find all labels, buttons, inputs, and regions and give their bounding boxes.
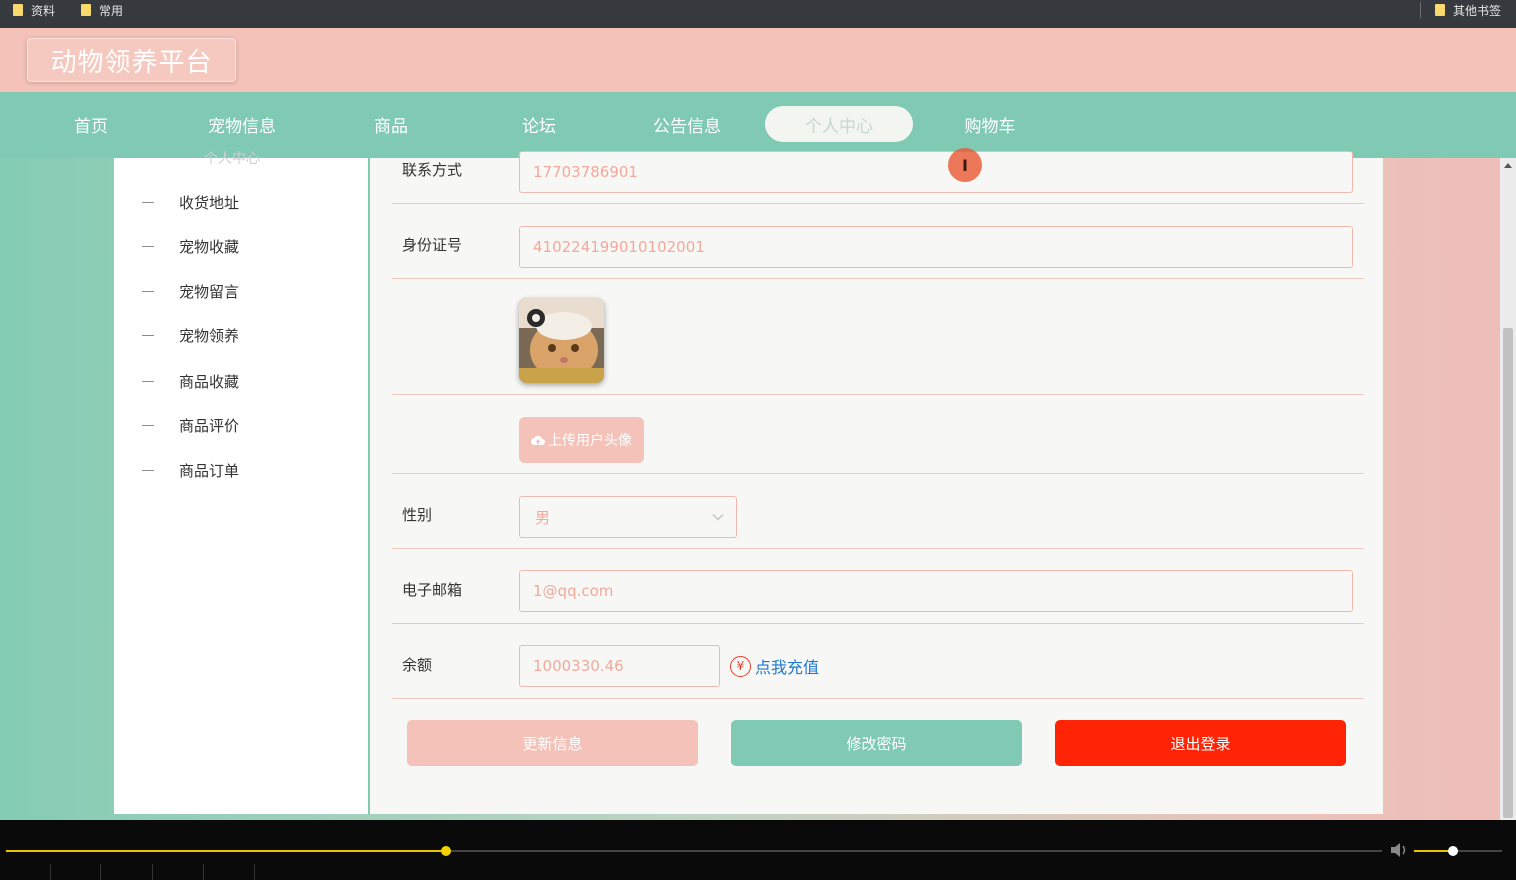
logout-button[interactable]: 退出登录 <box>1055 720 1346 766</box>
player-divider <box>203 864 204 880</box>
row-divider <box>392 278 1364 279</box>
volume-level <box>1414 850 1453 852</box>
page-scrollbar[interactable] <box>1500 158 1516 820</box>
folder-icon <box>13 4 23 16</box>
other-bookmarks-label: 其他书签 <box>1453 3 1502 18</box>
site-logo[interactable]: 动物领养平台 <box>27 38 236 82</box>
player-divider <box>254 864 255 880</box>
dash-icon <box>142 290 154 292</box>
sidebar-item-label: 商品订单 <box>179 461 240 480</box>
balance-label: 余额 <box>402 656 433 674</box>
text-cursor-highlight: I <box>948 148 982 182</box>
sidebar-item-label: 商品评价 <box>179 416 240 435</box>
gender-label: 性别 <box>402 506 433 524</box>
volume-handle[interactable] <box>1447 846 1458 856</box>
dash-icon <box>142 334 154 336</box>
cat-avatar-image <box>519 298 604 383</box>
profile-form: 联系方式 17703786901 身份证号 410224199010102001 <box>368 151 1383 814</box>
sidebar-title: 个人中心 <box>204 151 260 167</box>
dash-icon <box>142 201 154 203</box>
bookmark-folder-1[interactable]: 资料 <box>13 0 55 20</box>
phone-input[interactable]: 17703786901 <box>519 151 1353 193</box>
sidebar-item-pet-adoption[interactable]: 宠物领养 <box>142 323 239 347</box>
sidebar-item-label: 收货地址 <box>179 193 240 212</box>
balance-input: 1000330.46 <box>519 645 720 687</box>
nav-announcements[interactable]: 公告信息 <box>637 106 737 142</box>
site-header: 动物领养平台 <box>0 28 1516 92</box>
recharge-label: 点我充值 <box>755 658 820 677</box>
upload-avatar-button[interactable]: 上传用户头像 <box>519 417 644 463</box>
volume-slider[interactable] <box>1414 846 1502 856</box>
dash-icon <box>142 424 154 426</box>
gender-select[interactable]: 男 <box>519 496 737 538</box>
web-page: 动物领养平台 首页 宠物信息 商品 论坛 公告信息 个人中心 购物车 个人中心 … <box>0 28 1516 820</box>
player-divider <box>100 864 101 880</box>
sidebar-item-address[interactable]: 收货地址 <box>142 190 239 214</box>
player-divider <box>50 864 51 880</box>
update-info-button[interactable]: 更新信息 <box>407 720 698 766</box>
row-divider <box>392 473 1364 474</box>
dash-icon <box>142 380 154 382</box>
sidebar-item-product-favorites[interactable]: 商品收藏 <box>142 369 239 393</box>
user-avatar <box>519 298 604 383</box>
change-password-button[interactable]: 修改密码 <box>731 720 1022 766</box>
scroll-thumb[interactable] <box>1503 328 1513 818</box>
scroll-up-arrow-icon[interactable] <box>1504 163 1512 168</box>
folder-icon <box>81 4 91 16</box>
bookmark-label: 常用 <box>99 3 124 18</box>
upload-avatar-label: 上传用户头像 <box>548 433 632 449</box>
personal-center-sidebar: 个人中心 收货地址 宠物收藏 宠物留言 宠物领养 商品收藏 商品评价 商品订单 <box>114 151 368 814</box>
nav-personal-center[interactable]: 个人中心 <box>765 106 913 142</box>
nav-cart[interactable]: 购物车 <box>948 106 1032 142</box>
bookmark-label: 资料 <box>31 3 56 18</box>
seek-bar[interactable] <box>6 846 1382 856</box>
dash-icon <box>142 469 154 471</box>
sidebar-item-product-reviews[interactable]: 商品评价 <box>142 413 239 437</box>
bookmarks-bar: 资料 常用 其他书签 <box>0 0 1516 28</box>
nav-home[interactable]: 首页 <box>52 106 130 142</box>
row-divider <box>392 623 1364 624</box>
sidebar-item-label: 宠物领养 <box>179 326 240 345</box>
phone-label: 联系方式 <box>402 161 463 179</box>
seek-handle[interactable] <box>441 846 452 856</box>
folder-icon <box>1435 4 1445 16</box>
video-player-bar <box>0 820 1516 880</box>
gender-value: 男 <box>535 508 551 527</box>
chevron-down-icon <box>712 513 724 521</box>
sidebar-item-product-orders[interactable]: 商品订单 <box>142 458 239 482</box>
email-label: 电子邮箱 <box>402 581 463 599</box>
nav-pet-info[interactable]: 宠物信息 <box>193 106 291 142</box>
sidebar-item-label: 宠物收藏 <box>179 237 240 256</box>
row-divider <box>392 203 1364 204</box>
bookmark-folder-2[interactable]: 常用 <box>81 0 123 20</box>
id-number-input[interactable]: 410224199010102001 <box>519 226 1353 268</box>
nav-forum[interactable]: 论坛 <box>500 106 578 142</box>
sidebar-item-pet-messages[interactable]: 宠物留言 <box>142 279 239 303</box>
seek-progress <box>6 850 447 852</box>
recharge-link[interactable]: ¥ 点我充值 <box>730 654 819 678</box>
row-divider <box>392 394 1364 395</box>
row-divider <box>392 698 1364 699</box>
other-bookmarks[interactable]: 其他书签 <box>1435 0 1501 20</box>
sidebar-item-pet-favorites[interactable]: 宠物收藏 <box>142 234 239 258</box>
bookmarks-divider <box>1420 2 1421 18</box>
sidebar-item-label: 商品收藏 <box>179 372 240 391</box>
cloud-upload-icon <box>531 435 545 445</box>
id-number-label: 身份证号 <box>402 236 463 254</box>
player-divider <box>152 864 153 880</box>
dash-icon <box>142 245 154 247</box>
sidebar-item-label: 宠物留言 <box>179 282 240 301</box>
email-input[interactable]: 1@qq.com <box>519 570 1353 612</box>
volume-icon[interactable] <box>1390 842 1408 858</box>
yen-icon: ¥ <box>730 655 751 677</box>
nav-products[interactable]: 商品 <box>352 106 430 142</box>
row-divider <box>392 548 1364 549</box>
